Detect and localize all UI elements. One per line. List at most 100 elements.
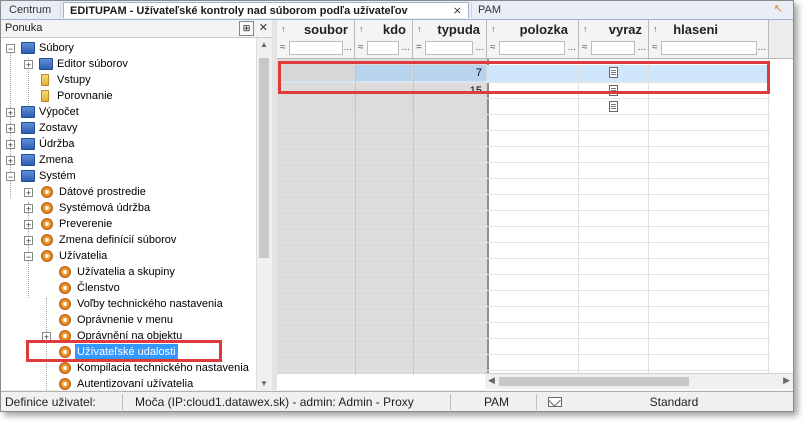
close-tab-icon[interactable]: ⨯: [453, 3, 462, 19]
tree-item-editor-suborov[interactable]: + Editor súborov: [1, 56, 251, 72]
tree-item-uzivatelia-a-skupiny[interactable]: Užívatelia a skupiny: [1, 264, 251, 280]
filter-input-vyraz[interactable]: [591, 41, 635, 55]
tab-centrum[interactable]: Centrum: [3, 2, 61, 18]
tree-item-opravnenie-menu[interactable]: Oprávnenie v menu: [1, 312, 251, 328]
tab-pam[interactable]: PAM: [471, 2, 511, 18]
sort-icon[interactable]: ↑: [583, 24, 588, 34]
tree-item-udrzba[interactable]: + Údržba: [1, 136, 251, 152]
cell-typuda[interactable]: [413, 99, 487, 115]
scroll-right-icon[interactable]: ▶: [783, 375, 790, 386]
tab-editupam[interactable]: EDITUPAM - Užívateľské kontroly nad súbo…: [63, 2, 469, 18]
tree-scrollbar[interactable]: ▲ ▼: [256, 38, 272, 390]
sort-icon[interactable]: ↑: [653, 24, 658, 34]
folder-icon: [21, 106, 35, 118]
collapse-icon[interactable]: −: [6, 172, 15, 182]
gear-icon: [41, 186, 53, 198]
expand-icon[interactable]: +: [6, 140, 15, 150]
column-header-kdo[interactable]: ↑ kdo ≈ ...: [355, 20, 413, 58]
scroll-down-icon[interactable]: ▼: [260, 379, 268, 388]
cell-kdo[interactable]: [355, 99, 413, 115]
column-header-vyraz[interactable]: ↑ vyraz ≈ ...: [579, 20, 649, 58]
cell-polozka[interactable]: [489, 99, 579, 115]
filter-input-hlaseni[interactable]: [661, 41, 757, 55]
scrollbar-thumb[interactable]: [499, 377, 689, 386]
pin-icon[interactable]: ⊞: [239, 21, 254, 36]
filter-options-icon[interactable]: ...: [758, 42, 766, 53]
table-row-empty: [277, 323, 770, 339]
scroll-left-icon[interactable]: ◀: [488, 375, 495, 386]
tree-item-uzivatelia[interactable]: − Užívatelia: [1, 248, 251, 264]
expand-icon[interactable]: +: [24, 204, 33, 214]
tree-item-porovnanie[interactable]: Porovnanie: [1, 88, 251, 104]
expand-icon[interactable]: +: [24, 188, 33, 198]
mail-icon[interactable]: [548, 397, 562, 407]
filter-operator-icon[interactable]: ≈: [582, 42, 588, 53]
tree-item-autentizovani[interactable]: Autentizovaní užívatelia: [1, 376, 251, 390]
tree-item-vstupy[interactable]: Vstupy: [1, 72, 251, 88]
tree-item-vypocet[interactable]: + Výpočet: [1, 104, 251, 120]
folder-icon: [21, 154, 35, 166]
arrow-icon[interactable]: ↖: [774, 2, 783, 15]
sort-icon[interactable]: ↑: [417, 24, 422, 34]
column-title: kdo: [382, 22, 406, 37]
tree-item-zmena-definicii[interactable]: + Zmena definícií súborov: [1, 232, 251, 248]
cell-hlaseni[interactable]: [649, 99, 769, 115]
expand-icon[interactable]: +: [6, 108, 15, 118]
filter-input-soubor[interactable]: [289, 41, 343, 55]
close-icon[interactable]: ✕: [259, 21, 268, 34]
tree-item-label: Zostavy: [39, 122, 78, 134]
expand-icon[interactable]: +: [24, 236, 33, 246]
tree-item-systemova-udrzba[interactable]: + Systémová údržba: [1, 200, 251, 216]
collapse-icon[interactable]: −: [24, 252, 33, 262]
filter-input-kdo[interactable]: [367, 41, 399, 55]
expand-icon[interactable]: +: [24, 60, 33, 70]
gear-icon: [41, 234, 53, 246]
sort-icon[interactable]: ↑: [491, 24, 496, 34]
filter-input-polozka[interactable]: [499, 41, 565, 55]
expand-icon[interactable]: +: [6, 156, 15, 166]
filter-operator-icon[interactable]: ≈: [358, 42, 364, 53]
grid-horizontal-scrollbar[interactable]: ◀ ▶: [485, 373, 793, 389]
collapse-icon[interactable]: −: [6, 44, 15, 54]
table-row-empty: [277, 179, 770, 195]
tree-item-system[interactable]: − Systém: [1, 168, 251, 184]
tree-item-volby[interactable]: Voľby technického nastavenia: [1, 296, 251, 312]
status-connection: Moča (IP:cloud1.datawex.sk) - admin: Adm…: [129, 394, 451, 410]
cell-vyraz[interactable]: [579, 99, 649, 115]
column-header-typuda[interactable]: ↑ typuda = ...: [413, 20, 487, 58]
document-icon[interactable]: [609, 101, 618, 112]
filter-operator-icon[interactable]: ≈: [490, 42, 496, 53]
tree-item-subory[interactable]: − Súbory: [1, 40, 251, 56]
tree-item-clenstvo[interactable]: Členstvo: [1, 280, 251, 296]
tree-item-preverenie[interactable]: + Preverenie: [1, 216, 251, 232]
cell-soubor[interactable]: [277, 99, 355, 115]
filter-operator-icon[interactable]: ≈: [652, 42, 658, 53]
filter-options-icon[interactable]: ...: [476, 42, 484, 53]
filter-input-typuda[interactable]: [425, 41, 473, 55]
highlight-box-menu-item: [26, 340, 222, 362]
scroll-up-icon[interactable]: ▲: [260, 40, 268, 49]
gear-icon: [41, 218, 53, 230]
expand-icon[interactable]: +: [6, 124, 15, 134]
filter-options-icon[interactable]: ...: [638, 42, 646, 53]
column-header-soubor[interactable]: ↑ soubor ≈ ...: [277, 20, 355, 58]
scrollbar-thumb[interactable]: [259, 58, 269, 258]
tree-item-zostavy[interactable]: + Zostavy: [1, 120, 251, 136]
tree-item-datove-prostredie[interactable]: + Dátové prostredie: [1, 184, 251, 200]
filter-operator-icon[interactable]: =: [416, 42, 422, 53]
column-header-hlaseni[interactable]: ↑ hlaseni ≈ ...: [649, 20, 769, 58]
filter-options-icon[interactable]: ...: [402, 42, 410, 53]
column-header-polozka[interactable]: ↑ polozka ≈ ...: [487, 20, 579, 58]
expand-icon[interactable]: +: [24, 220, 33, 230]
table-row-empty: [277, 147, 770, 163]
folder-icon: [41, 90, 49, 102]
sort-icon[interactable]: ↑: [281, 24, 286, 34]
filter-options-icon[interactable]: ...: [568, 42, 576, 53]
table-row[interactable]: [277, 99, 770, 115]
tree-item-kompilacia[interactable]: Kompilacia technického nastavenia: [1, 360, 251, 376]
filter-operator-icon[interactable]: ≈: [280, 42, 286, 53]
filter-options-icon[interactable]: ...: [344, 42, 352, 53]
table-row-empty: [277, 259, 770, 275]
sort-icon[interactable]: ↑: [359, 24, 364, 34]
tree-item-zmena[interactable]: + Zmena: [1, 152, 251, 168]
